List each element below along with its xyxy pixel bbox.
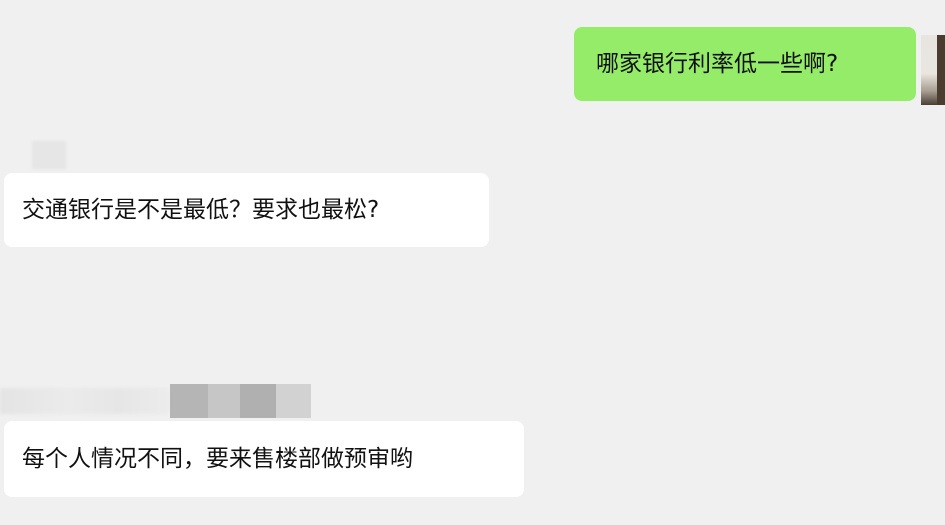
my-avatar[interactable] — [921, 35, 945, 105]
blurred-text-region — [0, 388, 170, 414]
message-text: 每个人情况不同，要来售楼部做预审哟 — [22, 445, 413, 472]
message-bubble-received[interactable]: 交通银行是不是最低？要求也最松? — [4, 173, 489, 247]
mosaic-tile — [276, 384, 311, 418]
message-text: 交通银行是不是最低？要求也最松? — [22, 196, 380, 223]
sender-name-blurred — [0, 384, 311, 418]
mosaic-tile — [208, 384, 240, 418]
mosaic-tile — [170, 384, 208, 418]
mosaic-tile — [240, 384, 276, 418]
sender-name-blurred — [32, 141, 66, 169]
message-bubble-sent[interactable]: 哪家银行利率低一些啊? — [574, 27, 916, 101]
message-text: 哪家银行利率低一些啊? — [596, 50, 839, 77]
message-bubble-received[interactable]: 每个人情况不同，要来售楼部做预审哟 — [4, 421, 524, 497]
avatar-image-detail — [937, 35, 945, 105]
